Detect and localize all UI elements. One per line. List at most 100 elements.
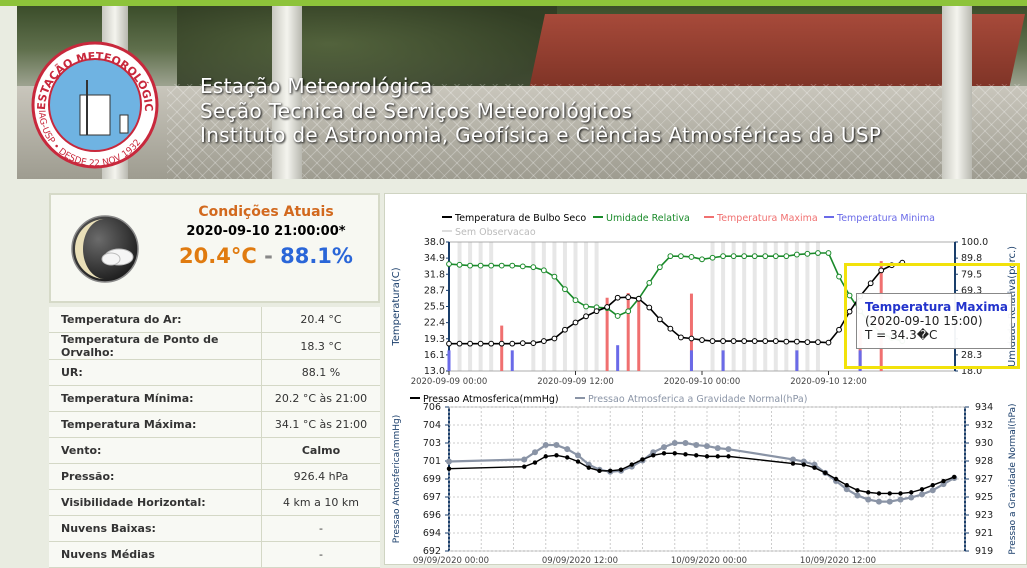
temperature-line-point (446, 340, 452, 347)
observation-value: 88.1 % (261, 359, 380, 386)
humidity-line-point (699, 256, 705, 263)
table-row: Pressão: 926.4 hPa (49, 463, 380, 490)
tooltip-value: T = 34.3�C (865, 328, 938, 342)
pressure-normal-line-point (908, 494, 915, 501)
humidity-line-point (530, 264, 537, 271)
no-observation-band (489, 242, 494, 371)
y2-tick-label: 923 (975, 510, 993, 521)
legend-label: Temperatura Minima (836, 213, 935, 224)
legend-label: Temperatura de Bulbo Seco (454, 213, 586, 224)
temperature-line-point (572, 319, 579, 326)
pressure-normal-line-point (693, 442, 700, 449)
humidity-line-point (751, 253, 758, 260)
no-observation-band (552, 242, 557, 371)
observation-label: Nuvens Médias (49, 541, 262, 568)
tmax-bar (637, 298, 641, 371)
temperature-line-point (709, 338, 716, 344)
observation-label: Temperatura Mínima: (49, 385, 262, 412)
y-tick-label: 25.5 (424, 302, 445, 313)
humidity-line-point (720, 253, 726, 260)
pressure-line-point (801, 462, 806, 467)
humidity-line-point (488, 262, 495, 269)
temperature-line-point (540, 338, 547, 344)
no-observation-band (805, 242, 810, 371)
pressure-line-point (855, 488, 860, 493)
no-observation-band (815, 242, 820, 371)
x-tick-label: 2020-09-09 00:00 (411, 377, 488, 387)
tmin-bar (616, 345, 620, 371)
current-humidity: 88.1% (280, 244, 353, 268)
observation-label: Nuvens Baixas: (49, 515, 262, 542)
temperature-line-point (741, 338, 748, 344)
observation-label: Temperatura do Ar: (49, 307, 262, 333)
humidity-line-point (477, 262, 484, 269)
chart-tooltip: Temperatura Maxima (2020-09-10 15:00) T … (856, 293, 1012, 349)
temperature-line-point (730, 338, 737, 344)
pressure-line-point (704, 454, 710, 459)
observation-value: Calmo (261, 437, 380, 464)
banner-title: Estação Meteorológica Seção Tecnica de S… (200, 74, 881, 148)
pressure-line-point (833, 476, 839, 482)
pressure-line-point (532, 460, 538, 465)
humidity-line-point (509, 262, 516, 269)
table-row: Vento: Calmo (49, 437, 380, 464)
temperature-line-point (646, 304, 653, 311)
legend-label: Temperatura Maxima (716, 213, 818, 224)
observation-label: Visibilidade Horizontal: (49, 489, 262, 516)
temperature-line-point (815, 339, 821, 346)
pressure-line-point (790, 461, 796, 466)
pressure-line-point (715, 454, 720, 459)
tmin-bar (510, 350, 514, 371)
pressure-normal-line-point (446, 458, 452, 465)
pressure-line-point (575, 459, 581, 464)
y2-tick-label: 927 (975, 474, 993, 485)
temperature-line (449, 261, 903, 345)
pressure-line-point (586, 465, 591, 470)
values-separator: - (264, 244, 273, 268)
temperature-line-point (530, 340, 537, 347)
humidity-line-point (562, 286, 568, 293)
y-tick-label: 22.4 (424, 318, 445, 329)
no-observation-band (573, 242, 578, 371)
pressure-line-point (694, 453, 699, 458)
y-tick-label: 706 (423, 402, 441, 413)
y-tick-label: 704 (423, 420, 441, 431)
current-temperature: 20.4°C (179, 244, 257, 268)
temperature-line-point (678, 334, 684, 341)
pressure-line-point (565, 455, 570, 460)
temperature-line-point (720, 338, 726, 344)
table-row: UR: 88.1 % (49, 359, 380, 386)
humidity-line-point (456, 261, 463, 268)
no-observation-band (784, 242, 789, 371)
pressure-line-point (683, 452, 688, 457)
pressure-normal-line-point (929, 487, 936, 494)
pressure-line-point (608, 468, 613, 473)
pressure-line-point (812, 465, 817, 470)
humidity-line-point (825, 250, 832, 256)
temperature-line-point (772, 338, 779, 344)
pressure-normal-line-point (876, 498, 882, 505)
no-observation-band (710, 242, 715, 371)
charts-svg: Temperatura de Bulbo Seco Umidade Relativ… (391, 213, 1018, 566)
chart-panel: Temperatura de Bulbo Seco Umidade Relativ… (384, 193, 1027, 566)
pressure-line-point (919, 487, 925, 492)
pressure-normal-line-point (865, 496, 872, 503)
humidity-line-point (688, 254, 695, 260)
humidity-line-point (793, 251, 800, 258)
temperature-line-point (551, 335, 558, 342)
observation-value: 20.4 °C (261, 307, 380, 333)
tmin-bar (447, 350, 451, 371)
pressure-line-point (909, 490, 914, 495)
pressure-line-point (618, 467, 624, 472)
legend-label: Umidade Relativa (606, 213, 690, 224)
temperature-line-point (793, 338, 800, 345)
temperature-line-point (804, 339, 811, 346)
y-tick-label: 13.0 (424, 366, 445, 377)
pressure-line-point (554, 453, 559, 458)
tmax-bar (500, 325, 504, 371)
temperature-line-point (583, 313, 589, 320)
y-tick-label: 703 (423, 438, 441, 449)
observation-value: - (261, 515, 380, 542)
observation-value: - (261, 541, 380, 568)
pressure-normal-line-point (661, 444, 667, 451)
